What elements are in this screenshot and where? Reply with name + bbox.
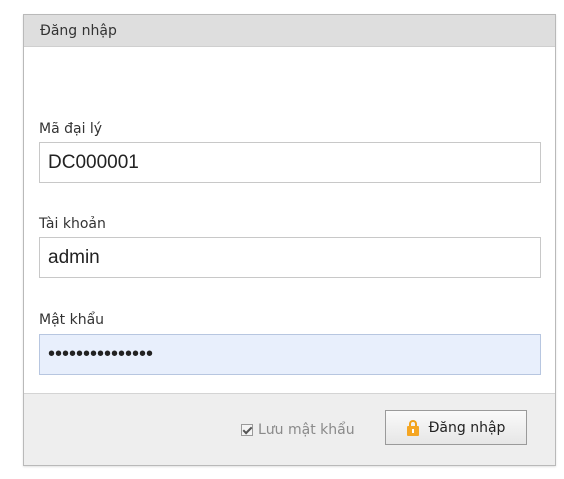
panel-footer: Lưu mật khẩu Đăng nhập: [24, 393, 555, 465]
login-button[interactable]: Đăng nhập: [385, 410, 527, 445]
remember-password[interactable]: Lưu mật khẩu: [241, 422, 355, 438]
panel-header: Đăng nhập: [24, 15, 555, 47]
agent-code-label: Mã đại lý: [39, 121, 103, 137]
password-label: Mật khẩu: [39, 312, 105, 328]
panel-title: Đăng nhập: [40, 22, 117, 39]
login-button-label: Đăng nhập: [428, 419, 506, 436]
password-input[interactable]: [39, 334, 541, 375]
login-form: Mã đại lý Tài khoản Mật khẩu: [24, 47, 555, 393]
remember-password-checkbox[interactable]: [241, 424, 253, 436]
agent-code-input[interactable]: [39, 142, 541, 183]
page: Đăng nhập Mã đại lý Tài khoản Mật khẩu L…: [0, 0, 564, 479]
lock-icon: [406, 419, 419, 436]
account-label: Tài khoản: [39, 216, 106, 232]
remember-password-label: Lưu mật khẩu: [258, 422, 355, 438]
login-panel: Đăng nhập Mã đại lý Tài khoản Mật khẩu L…: [23, 14, 556, 466]
account-input[interactable]: [39, 237, 541, 278]
